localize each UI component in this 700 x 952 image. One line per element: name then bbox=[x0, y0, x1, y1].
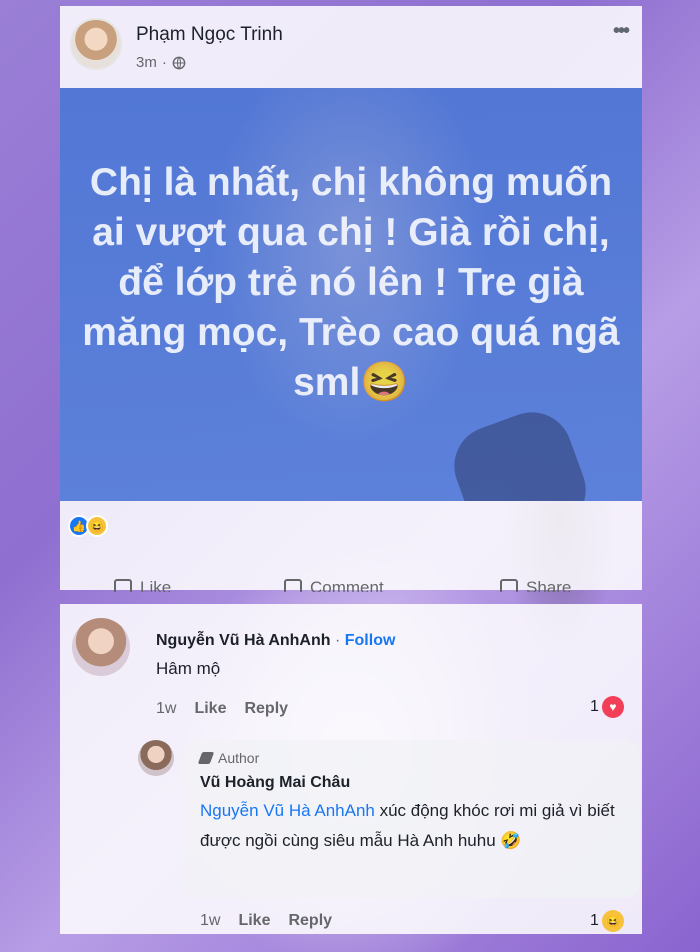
comment-time[interactable]: 1w bbox=[156, 700, 176, 718]
comment-like-button[interactable]: Like bbox=[194, 700, 226, 718]
post-text: Chị là nhất, chị không muốn ai vượt qua … bbox=[82, 161, 620, 404]
like-action-button[interactable]: Like bbox=[114, 578, 171, 592]
mention-link[interactable]: Nguyễn Vũ Hà AnhAnh bbox=[200, 801, 375, 820]
comment-actions: 1w Like Reply bbox=[156, 700, 288, 718]
comment-reaction-count[interactable]: 1 ♥ bbox=[590, 696, 624, 718]
comment-author-name[interactable]: Nguyễn Vũ Hà AnhAnh bbox=[156, 632, 331, 649]
comment-text: Hâm mộ bbox=[156, 659, 221, 678]
post-card: Phạm Ngọc Trinh 3m · ••• Chị là nhất, ch… bbox=[60, 6, 642, 592]
post-time[interactable]: 3m bbox=[136, 54, 157, 71]
comment-reaction-number: 1 bbox=[590, 698, 599, 715]
post-author-name[interactable]: Phạm Ngọc Trinh bbox=[136, 24, 283, 46]
more-options-icon[interactable]: ••• bbox=[613, 20, 630, 43]
comment-author-line: Nguyễn Vũ Hà AnhAnh · Follow bbox=[156, 632, 395, 650]
comment-reply-button[interactable]: Reply bbox=[244, 700, 288, 718]
like-action-label: Like bbox=[140, 578, 172, 592]
comment-icon bbox=[284, 579, 302, 592]
post-reactions[interactable]: 👍 😆 bbox=[68, 515, 108, 537]
reply-actions: 1w Like Reply bbox=[200, 912, 332, 930]
pen-icon bbox=[197, 752, 215, 764]
reply-reaction-count[interactable]: 1 😆 bbox=[590, 910, 624, 932]
post-action-row: Like Comment Share bbox=[60, 566, 642, 592]
author-avatar[interactable] bbox=[70, 18, 122, 70]
reply-reply-button[interactable]: Reply bbox=[288, 912, 332, 930]
reply-author-avatar[interactable] bbox=[138, 740, 174, 776]
reply-text: Nguyễn Vũ Hà AnhAnh xúc động khóc rơi mi… bbox=[200, 796, 620, 856]
share-action-button[interactable]: Share bbox=[500, 578, 571, 592]
reply-like-button[interactable]: Like bbox=[238, 912, 270, 930]
share-icon bbox=[500, 579, 518, 592]
comment-action-button[interactable]: Comment bbox=[284, 578, 384, 592]
post-meta: 3m · bbox=[136, 54, 186, 71]
follow-link[interactable]: Follow bbox=[345, 632, 396, 649]
globe-icon bbox=[172, 56, 186, 69]
love-reaction-icon: ♥ bbox=[601, 696, 624, 718]
reply-time[interactable]: 1w bbox=[200, 912, 220, 930]
name-separator: · bbox=[334, 632, 341, 649]
thumbs-up-icon bbox=[114, 579, 132, 592]
comment-action-label: Comment bbox=[310, 578, 384, 592]
reply-reaction-number: 1 bbox=[590, 912, 599, 929]
reply-author-name[interactable]: Vũ Hoàng Mai Châu bbox=[200, 774, 350, 792]
comments-card: Nguyễn Vũ Hà AnhAnh · Follow Hâm mộ 1w L… bbox=[60, 604, 642, 934]
haha-reaction-icon: 😆 bbox=[86, 515, 108, 537]
post-image[interactable]: Chị là nhất, chị không muốn ai vượt qua … bbox=[60, 88, 642, 501]
haha-reaction-icon: 😆 bbox=[601, 910, 624, 932]
author-badge-label: Author bbox=[218, 750, 260, 766]
commenter-avatar[interactable] bbox=[72, 618, 130, 676]
author-badge: Author bbox=[197, 750, 260, 766]
share-action-label: Share bbox=[526, 578, 572, 592]
post-header: Phạm Ngọc Trinh 3m · ••• bbox=[60, 6, 642, 86]
reply-bubble: Author Vũ Hoàng Mai Châu Nguyễn Vũ Hà An… bbox=[184, 740, 640, 898]
